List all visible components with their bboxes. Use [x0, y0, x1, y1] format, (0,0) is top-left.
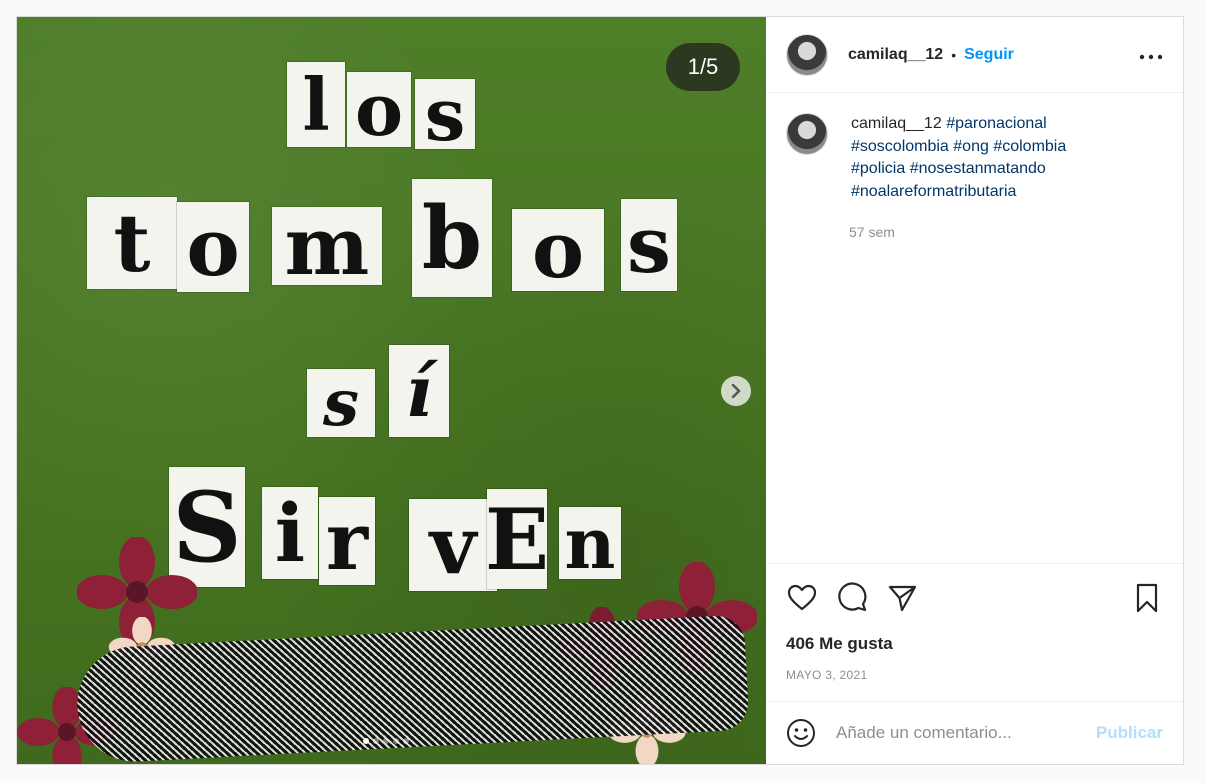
- follow-button[interactable]: Seguir: [964, 46, 1014, 64]
- hashtag[interactable]: #soscolombia: [851, 138, 949, 155]
- more-icon: [1139, 54, 1163, 60]
- cutout-letter: r: [319, 494, 375, 588]
- cutout-letter: í: [389, 345, 449, 437]
- carousel-dot: [373, 738, 379, 744]
- emoji-icon[interactable]: [786, 718, 816, 748]
- carousel-counter: 1/5: [666, 43, 740, 91]
- cutout-letter: s: [307, 366, 375, 441]
- chevron-right-icon: [731, 384, 741, 398]
- cutout-letter: o: [177, 200, 249, 294]
- cutout-letter: o: [347, 67, 411, 152]
- next-slide-button[interactable]: [721, 376, 751, 406]
- publish-button[interactable]: Publicar: [1096, 723, 1163, 743]
- post-media[interactable]: l o s t o m b o s s í S i r v E n 1/5: [17, 17, 766, 764]
- post-sidebar: camilaq__12 • Seguir camilaq__12 #parona…: [766, 17, 1183, 764]
- cutout-letter: E: [484, 489, 550, 589]
- cutout-letter: b: [412, 179, 492, 297]
- carousel-dot: [363, 738, 369, 744]
- carousel-dot: [393, 738, 399, 744]
- hashtag[interactable]: #paronacional: [946, 115, 1047, 132]
- more-options-button[interactable]: [1139, 43, 1163, 66]
- post-card: l o s t o m b o s s í S i r v E n 1/5 ca…: [16, 16, 1184, 765]
- cutout-letter: v: [409, 498, 497, 592]
- cutout-letter: t: [87, 196, 177, 290]
- action-icons: [786, 582, 1163, 614]
- cutout-letter: i: [262, 486, 318, 580]
- cutout-letter: s: [415, 72, 475, 157]
- avatar[interactable]: [786, 33, 828, 76]
- post-caption: camilaq__12 #paronacional #soscolombia #…: [786, 113, 1166, 203]
- hashtag[interactable]: #noalareformatributaria: [851, 183, 1016, 200]
- hashtag[interactable]: #nosestanmatando: [910, 160, 1046, 177]
- hashtag[interactable]: #ong: [953, 138, 989, 155]
- carousel-dot: [403, 738, 409, 744]
- hashtag[interactable]: #policia: [851, 160, 905, 177]
- avatar[interactable]: [786, 113, 828, 155]
- comment-icon[interactable]: [836, 582, 868, 614]
- caption-username[interactable]: camilaq__12: [851, 115, 942, 132]
- cutout-letter: n: [559, 502, 621, 585]
- carousel-dot: [383, 738, 389, 744]
- author-username[interactable]: camilaq__12: [848, 46, 943, 64]
- post-actions: 406 Me gusta MAYO 3, 2021 Añade un comen…: [766, 563, 1183, 759]
- send-icon[interactable]: [886, 582, 918, 614]
- hashtag[interactable]: #colombia: [993, 138, 1066, 155]
- cutout-letter: s: [621, 199, 677, 291]
- cutout-letter: o: [512, 205, 604, 296]
- post-header: camilaq__12 • Seguir: [766, 17, 1183, 93]
- bookmark-icon[interactable]: [1131, 582, 1163, 614]
- separator-dot: •: [951, 46, 957, 63]
- carousel-dots: [363, 738, 409, 744]
- post-date: MAYO 3, 2021: [786, 668, 868, 682]
- cutout-letter: l: [287, 62, 345, 147]
- caption-timestamp[interactable]: 57 sem: [849, 224, 895, 240]
- heart-icon[interactable]: [786, 582, 818, 614]
- comment-input[interactable]: Añade un comentario...: [836, 723, 1096, 743]
- caption-text: camilaq__12 #paronacional #soscolombia #…: [851, 113, 1091, 203]
- comment-box: Añade un comentario... Publicar: [766, 701, 1183, 764]
- cutout-letter: m: [272, 199, 382, 293]
- likes-count[interactable]: 406 Me gusta: [786, 634, 893, 654]
